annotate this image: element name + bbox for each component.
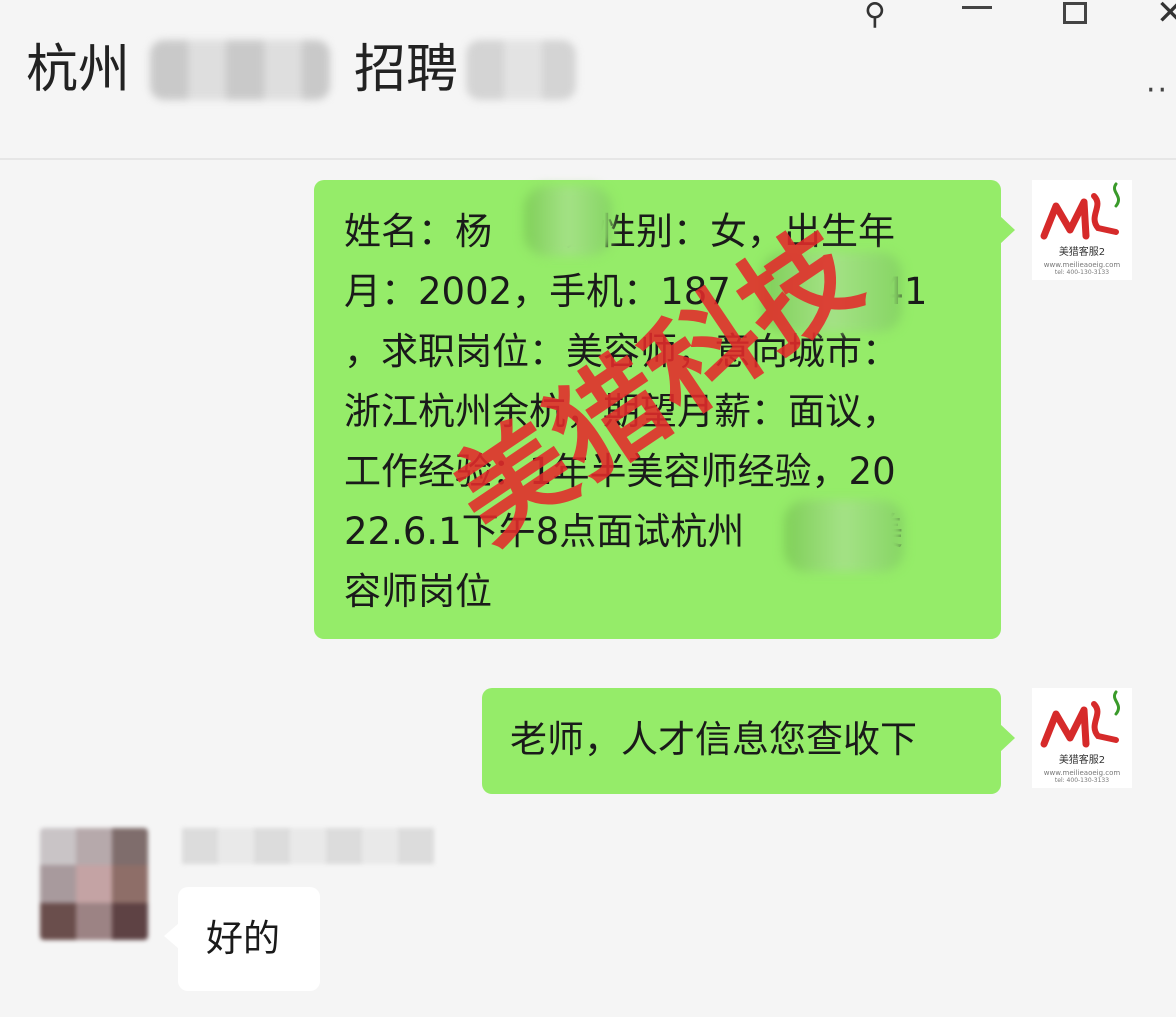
- message-bubble-sent[interactable]: 老师，人才信息您查收下: [482, 688, 1015, 794]
- logo-caption: 美猎客服2: [1058, 247, 1106, 258]
- chat-title-part2: 招聘: [354, 40, 459, 100]
- avatar[interactable]: [40, 828, 148, 940]
- ml-logo-icon: [1040, 690, 1121, 748]
- redacted-company: [784, 500, 904, 572]
- message-text: 老师，人才信息您查收下: [510, 718, 917, 761]
- redacted-title-segment: [150, 40, 331, 100]
- redacted-title-segment: [466, 40, 577, 100]
- avatar-logo[interactable]: 美猎客服2 www.meilieaoeig.com tel: 400-130-3…: [1032, 180, 1132, 280]
- logo-phone: tel: 400-130-3133: [1054, 269, 1110, 276]
- ml-logo-icon: [1040, 182, 1121, 240]
- pin-icon[interactable]: ⚲: [864, 0, 886, 30]
- message-text: 好的: [206, 917, 280, 960]
- avatar-logo[interactable]: 美猎客服2 www.meilieaoeig.com tel: 400-130-3…: [1032, 688, 1132, 788]
- chat-title-part1: 杭州: [26, 40, 131, 100]
- redacted-sender-name: [182, 828, 434, 864]
- chat-title: 杭州 招聘: [26, 38, 577, 102]
- close-icon[interactable]: ✕: [1156, 0, 1176, 30]
- redacted-name: [524, 186, 612, 256]
- logo-caption: 美猎客服2: [1058, 755, 1106, 766]
- maximize-icon[interactable]: [1063, 2, 1087, 24]
- message-bubble-received[interactable]: 好的: [164, 887, 320, 991]
- chat-header: 杭州 招聘 ⚲ ✕ ··: [0, 0, 1176, 160]
- minimize-icon[interactable]: [962, 6, 992, 9]
- more-options-icon[interactable]: ··: [1146, 76, 1169, 106]
- logo-phone: tel: 400-130-3133: [1054, 777, 1110, 784]
